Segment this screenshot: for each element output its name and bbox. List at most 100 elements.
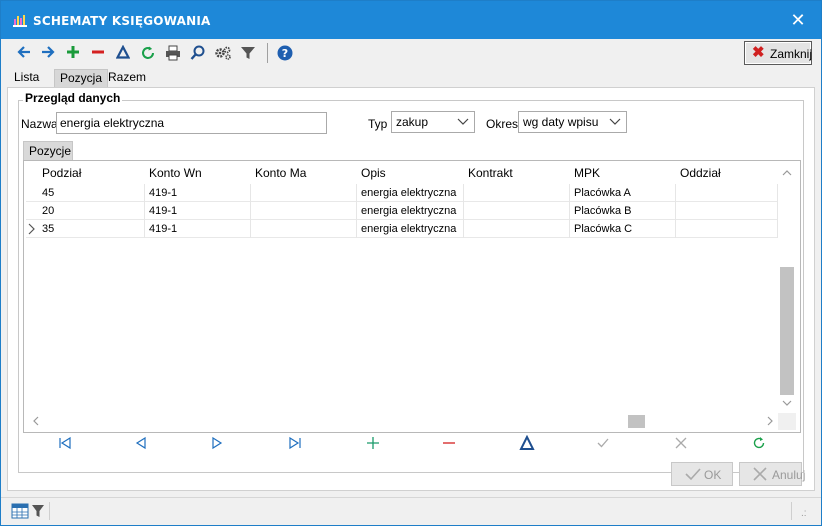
cell-kontrakt[interactable]: [464, 220, 570, 238]
ok-button-label: OK: [704, 468, 722, 482]
okres-select[interactable]: wg daty wpisu: [518, 111, 627, 133]
cell-mpk[interactable]: Placówka A: [570, 184, 676, 202]
close-button[interactable]: ✖ Zamknij: [744, 41, 812, 65]
tab-razem[interactable]: Razem: [103, 69, 151, 87]
chevron-down-icon: [609, 118, 621, 125]
ok-button[interactable]: OK: [671, 462, 733, 486]
tab-lista[interactable]: Lista: [9, 69, 44, 87]
refresh-icon[interactable]: [751, 435, 767, 451]
vertical-scroll-thumb[interactable]: [780, 267, 794, 395]
grid-header: Podział Konto Wn Konto Ma Opis Kontrakt …: [26, 163, 778, 183]
cell-kontrakt[interactable]: [464, 184, 570, 202]
search-icon[interactable]: [188, 43, 208, 63]
table-row[interactable]: 20 419-1 energia elektryczna Placówka B: [26, 202, 778, 220]
typ-select[interactable]: zakup: [391, 111, 475, 133]
cell-podzial[interactable]: 45: [38, 184, 145, 202]
arrow-right-icon[interactable]: [38, 43, 58, 63]
table-row[interactable]: 45 419-1 energia elektryczna Placówka A: [26, 184, 778, 202]
window-title: SCHEMATY KSIĘGOWANIA: [33, 14, 211, 28]
tab-pozycje[interactable]: Pozycje: [23, 141, 73, 160]
typ-label: Typ: [368, 117, 388, 131]
cell-konto-ma[interactable]: [251, 184, 357, 202]
last-icon[interactable]: [287, 435, 303, 451]
post-icon[interactable]: [595, 435, 611, 451]
window-close-icon[interactable]: ✕: [775, 1, 821, 39]
column-header-konto-wn[interactable]: Konto Wn: [145, 163, 251, 183]
cell-konto-wn[interactable]: 419-1: [145, 184, 251, 202]
cell-oddzial[interactable]: [676, 202, 778, 220]
cell-podzial[interactable]: 20: [38, 202, 145, 220]
column-header-kontrakt[interactable]: Kontrakt: [464, 163, 570, 183]
column-header-oddzial[interactable]: Oddział: [676, 163, 778, 183]
current-row-arrow-icon: [26, 220, 38, 238]
grid-view-icon[interactable]: [11, 503, 29, 519]
cancel-button-label: Anuluj: [772, 468, 806, 482]
scroll-left-icon[interactable]: [32, 416, 40, 426]
cell-mpk[interactable]: Placówka B: [570, 202, 676, 220]
scroll-up-icon[interactable]: [782, 169, 792, 177]
delta-icon[interactable]: [113, 43, 133, 63]
cell-mpk[interactable]: Placówka C: [570, 220, 676, 238]
status-bar: .:: [1, 497, 821, 525]
cell-konto-ma[interactable]: [251, 202, 357, 220]
group-title: Przegląd danych: [23, 91, 123, 105]
column-header-opis[interactable]: Opis: [357, 163, 464, 183]
toolbar: ?: [1, 39, 821, 67]
grid-body: Podział Konto Wn Konto Ma Opis Kontrakt …: [26, 163, 778, 413]
scroll-corner: [778, 413, 796, 430]
cell-konto-wn[interactable]: 419-1: [145, 220, 251, 238]
status-separator: [791, 502, 792, 520]
refresh-icon[interactable]: [138, 43, 158, 63]
plus-icon[interactable]: [63, 43, 83, 63]
nazwa-field[interactable]: energia elektryczna: [56, 112, 327, 134]
cancel-icon[interactable]: [673, 435, 689, 451]
grid-navigator: [23, 433, 801, 453]
print-icon[interactable]: [163, 43, 183, 63]
column-header-konto-ma[interactable]: Konto Ma: [251, 163, 357, 183]
cell-opis[interactable]: energia elektryczna: [357, 202, 464, 220]
first-icon[interactable]: [57, 435, 73, 451]
insert-icon[interactable]: [365, 435, 381, 451]
horizontal-scrollbar[interactable]: [26, 413, 778, 430]
cell-oddzial[interactable]: [676, 184, 778, 202]
arrow-left-icon[interactable]: [14, 43, 34, 63]
minus-icon[interactable]: [88, 43, 108, 63]
settings-icon[interactable]: [213, 43, 233, 63]
cell-opis[interactable]: energia elektryczna: [357, 184, 464, 202]
okres-label: Okres: [486, 117, 519, 131]
title-bar: SCHEMATY KSIĘGOWANIA ✕: [1, 1, 821, 39]
row-indicator: [26, 184, 38, 202]
delete-icon[interactable]: [441, 435, 457, 451]
vertical-scrollbar[interactable]: [778, 163, 796, 413]
cell-opis[interactable]: energia elektryczna: [357, 220, 464, 238]
row-indicator: [26, 202, 38, 220]
help-icon[interactable]: ?: [275, 43, 295, 63]
edit-icon[interactable]: [519, 435, 535, 451]
table-row[interactable]: 35 419-1 energia elektryczna Placówka C: [26, 220, 778, 238]
nazwa-label: Nazwa: [21, 117, 58, 131]
status-separator: [49, 502, 50, 520]
prior-icon[interactable]: [133, 435, 149, 451]
okres-select-value: wg daty wpisu: [523, 115, 599, 129]
next-icon[interactable]: [209, 435, 225, 451]
cancel-button[interactable]: Anuluj: [739, 462, 806, 486]
cell-konto-wn[interactable]: 419-1: [145, 202, 251, 220]
resize-grip-icon[interactable]: .:: [801, 508, 807, 519]
cell-kontrakt[interactable]: [464, 202, 570, 220]
typ-select-value: zakup: [396, 115, 429, 129]
filter-icon[interactable]: [238, 43, 258, 63]
chevron-down-icon: [457, 118, 469, 125]
column-header-podzial[interactable]: Podział: [38, 163, 145, 183]
scroll-down-icon[interactable]: [782, 399, 792, 407]
data-grid: Podział Konto Wn Konto Ma Opis Kontrakt …: [23, 160, 801, 433]
close-button-label: Zamknij: [770, 47, 813, 61]
filter-icon[interactable]: [31, 503, 45, 519]
cell-podzial[interactable]: 35: [38, 220, 145, 238]
window: SCHEMATY KSIĘGOWANIA ✕ ? ✖ Zamknij Lista…: [0, 0, 822, 526]
column-header-mpk[interactable]: MPK: [570, 163, 676, 183]
scroll-right-icon[interactable]: [766, 416, 774, 426]
tab-pozycja[interactable]: Pozycja: [54, 69, 109, 87]
horizontal-scroll-thumb[interactable]: [628, 415, 645, 428]
cell-konto-ma[interactable]: [251, 220, 357, 238]
cell-oddzial[interactable]: [676, 220, 778, 238]
